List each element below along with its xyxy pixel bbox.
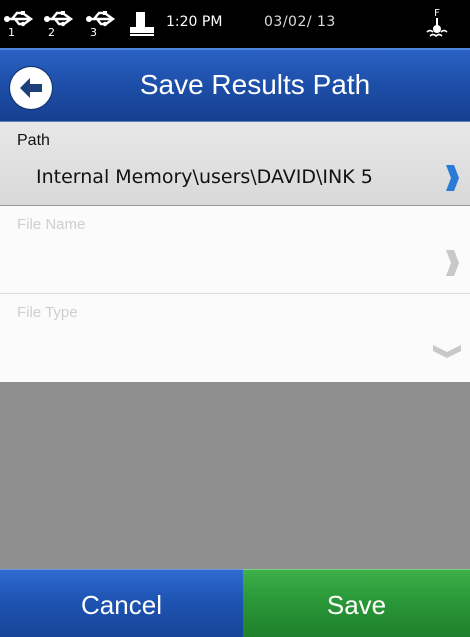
fill-indicator-letter: F [434, 8, 440, 19]
path-row[interactable]: Path Internal Memory\users\DAVID\INK 5 [0, 121, 470, 206]
empty-content-area [0, 382, 470, 569]
file-type-row[interactable]: File Type [0, 294, 470, 382]
usb-port-number: 3 [90, 26, 97, 39]
file-name-row[interactable]: File Name [0, 206, 470, 294]
title-bar: Save Results Path [0, 48, 470, 121]
back-arrow-icon [20, 78, 42, 98]
back-button[interactable] [10, 67, 52, 109]
usb-port-3-icon: 3 [86, 9, 116, 39]
save-button[interactable]: Save [243, 569, 470, 637]
ink-fill-icon: F [422, 6, 452, 42]
file-type-label: File Type [17, 304, 78, 321]
file-name-label: File Name [17, 216, 86, 233]
page-title: Save Results Path [139, 69, 371, 100]
usb-port-2-icon: 2 [44, 9, 74, 39]
usb-port-number: 1 [8, 26, 15, 39]
chevron-down-icon[interactable] [432, 343, 462, 359]
status-time: 1:20 PM [166, 14, 223, 30]
printer-icon [129, 12, 155, 36]
path-label: Path [17, 132, 50, 149]
cancel-button[interactable]: Cancel [0, 569, 243, 637]
usb-port-number: 2 [48, 26, 55, 39]
chevron-right-icon[interactable] [444, 248, 460, 278]
chevron-right-icon[interactable] [444, 163, 460, 193]
usb-port-1-icon: 1 [4, 9, 34, 39]
path-value: Internal Memory\users\DAVID\INK 5 [36, 166, 373, 188]
status-bar: 1 2 3 1:20 PM 03/02/ 13 F [0, 0, 470, 48]
status-date: 03/02/ 13 [264, 14, 336, 30]
